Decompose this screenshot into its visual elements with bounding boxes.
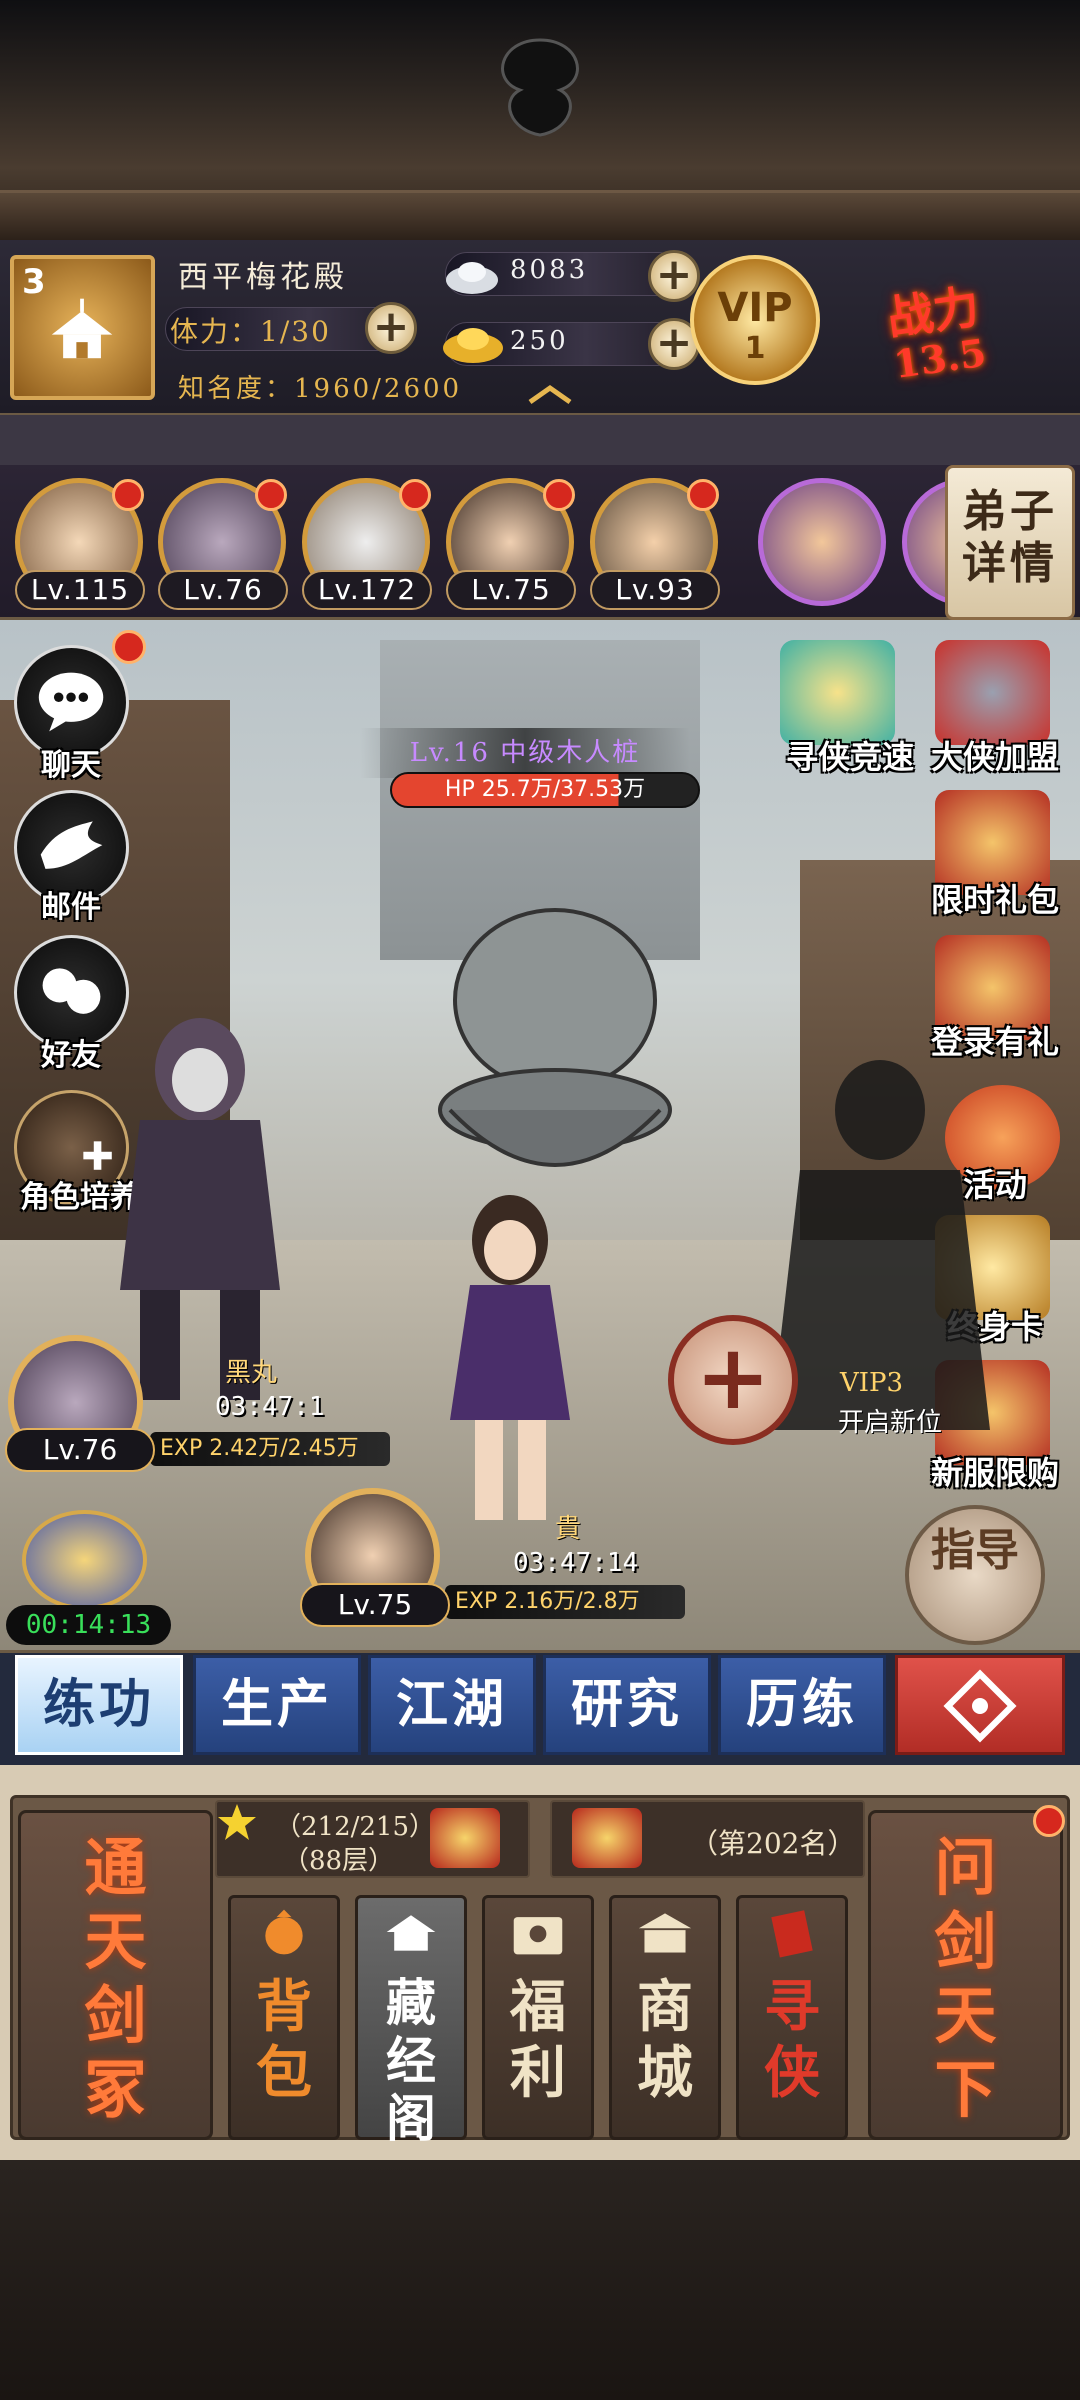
star-icon: [218, 1804, 256, 1840]
mail-label: 邮件: [41, 890, 101, 925]
roof-ornament: [501, 38, 579, 137]
disciple-level-4: Lv.75: [446, 570, 576, 610]
tab-production[interactable]: 生产: [193, 1655, 361, 1755]
gold-ingot-icon: [443, 328, 503, 363]
training-dummy[interactable]: [430, 880, 680, 1220]
add-silver-button[interactable]: +: [648, 250, 700, 302]
chevron-up-icon[interactable]: [525, 380, 575, 410]
vip-promo-title: VIP3: [840, 1368, 904, 1398]
combat-power[interactable]: 战力 13.5: [883, 258, 1078, 402]
sect-level: 3: [22, 262, 46, 302]
diamond-knot-icon: [943, 1669, 1017, 1743]
tower-progress: （212/215）: [275, 1812, 436, 1842]
tab-trials[interactable]: 历练: [718, 1655, 886, 1755]
gold-amount: 250: [510, 326, 569, 356]
limited-pack-label: 限时礼包: [930, 881, 1059, 919]
tower-floor: （88层）: [283, 1846, 395, 1876]
hero1-name: 黑丸: [225, 1358, 278, 1388]
hero2-exp: EXP 2.16万/2.8万: [445, 1585, 685, 1619]
sect-name: 西平梅花殿: [178, 260, 348, 295]
tab-training[interactable]: 练功: [15, 1655, 183, 1755]
welfare-card[interactable]: 福利: [482, 1895, 594, 2140]
vip-label: VIP: [717, 285, 793, 331]
guide-button[interactable]: 指导: [905, 1505, 1045, 1645]
sword-challenge-label: 问剑天下: [934, 1831, 997, 2126]
gift-box-icon[interactable]: [430, 1808, 500, 1868]
hero-race-icon[interactable]: [780, 640, 895, 745]
scripture-hall-label: 藏经阁: [386, 1973, 436, 2148]
hero1-timer: 03:47:1: [215, 1392, 325, 1422]
header-divider: [0, 415, 1080, 465]
guide-label: 指导: [931, 1525, 1019, 1576]
tab-research[interactable]: 研究: [543, 1655, 711, 1755]
disciple-level-2: Lv.76: [158, 570, 288, 610]
disciple-level-5: Lv.93: [590, 570, 720, 610]
add-hero-button[interactable]: +: [668, 1315, 798, 1445]
bag-label: 背包: [256, 1974, 312, 2106]
notification-dot: [112, 630, 146, 664]
game-screen: 3 西平梅花殿 体力：1/30 + 知名度：1960/2600 8083 + 2…: [0, 0, 1080, 2400]
hero-join-icon[interactable]: [935, 640, 1050, 745]
disciple-detail-button[interactable]: 弟子详情: [945, 465, 1075, 620]
disciple-level-1: Lv.115: [15, 570, 145, 610]
disciple-avatar-6[interactable]: [758, 478, 886, 606]
notification-dot: [1033, 1805, 1065, 1837]
pagoda-icon: [386, 1915, 436, 1951]
floor-pattern: [0, 2160, 1080, 2400]
vip-promo-text: 开启新位: [838, 1408, 943, 1438]
stamina-text: 体力：1/30: [170, 315, 331, 348]
hero2-name: 貴: [555, 1514, 582, 1544]
roof-decoration: [0, 0, 1080, 240]
notification-dot: [255, 479, 287, 511]
tab-more[interactable]: [895, 1655, 1065, 1755]
building-timer: 00:14:13: [6, 1605, 171, 1645]
hero-search-label: 寻侠: [764, 1974, 820, 2106]
chat-label: 聊天: [41, 748, 101, 783]
silver-amount: 8083: [510, 255, 589, 285]
enemy-name: Lv.16 中级木人桩: [360, 728, 690, 778]
enemy-hp-bar: HP 25.7万/37.53万: [390, 772, 700, 808]
rank-text: （第202名）: [690, 1827, 856, 1860]
bag-icon: [265, 1909, 303, 1955]
hero-join-label: 大侠加盟: [930, 738, 1059, 776]
sword-tomb-card[interactable]: 通天剑冢: [18, 1810, 213, 2140]
hero-search-card[interactable]: 寻侠: [736, 1895, 848, 2140]
silver-ingot-icon: [446, 262, 498, 294]
add-stamina-button[interactable]: +: [365, 302, 417, 354]
notification-dot: [543, 479, 575, 511]
shop-card[interactable]: 商城: [609, 1895, 721, 2140]
sword-tomb-label: 通天剑冢: [84, 1831, 147, 2126]
hero1-exp: EXP 2.42万/2.45万: [150, 1432, 390, 1466]
notification-dot: [687, 479, 719, 511]
hero1-level: Lv.76: [5, 1428, 155, 1472]
sword-challenge-card[interactable]: 问剑天下: [868, 1810, 1063, 2140]
notification-dot: [112, 479, 144, 511]
vip-badge[interactable]: VIP 1: [690, 255, 820, 385]
welfare-label: 福利: [510, 1974, 566, 2106]
hero2-timer: 03:47:14: [513, 1548, 639, 1578]
disciple-level-3: Lv.172: [302, 570, 432, 610]
fame-text: 知名度：1960/2600: [178, 374, 463, 404]
bag-card[interactable]: 背包: [228, 1895, 340, 2140]
notification-dot: [399, 479, 431, 511]
roof-beam: [0, 190, 1080, 240]
coin-chest-icon: [513, 1917, 563, 1955]
gift-box-icon[interactable]: [572, 1808, 642, 1868]
new-server-label: 新服限购: [930, 1454, 1059, 1492]
vip-level: 1: [744, 331, 766, 366]
tab-jianghu[interactable]: 江湖: [368, 1655, 536, 1755]
seal-icon: [771, 1910, 813, 1958]
hero2-level: Lv.75: [300, 1583, 450, 1627]
shop-label: 商城: [637, 1974, 693, 2106]
shop-icon: [638, 1913, 692, 1953]
scripture-hall-card[interactable]: 藏经阁: [355, 1895, 467, 2148]
hero-swordswoman-sprite[interactable]: [400, 1190, 620, 1530]
building-icon[interactable]: [22, 1510, 147, 1610]
